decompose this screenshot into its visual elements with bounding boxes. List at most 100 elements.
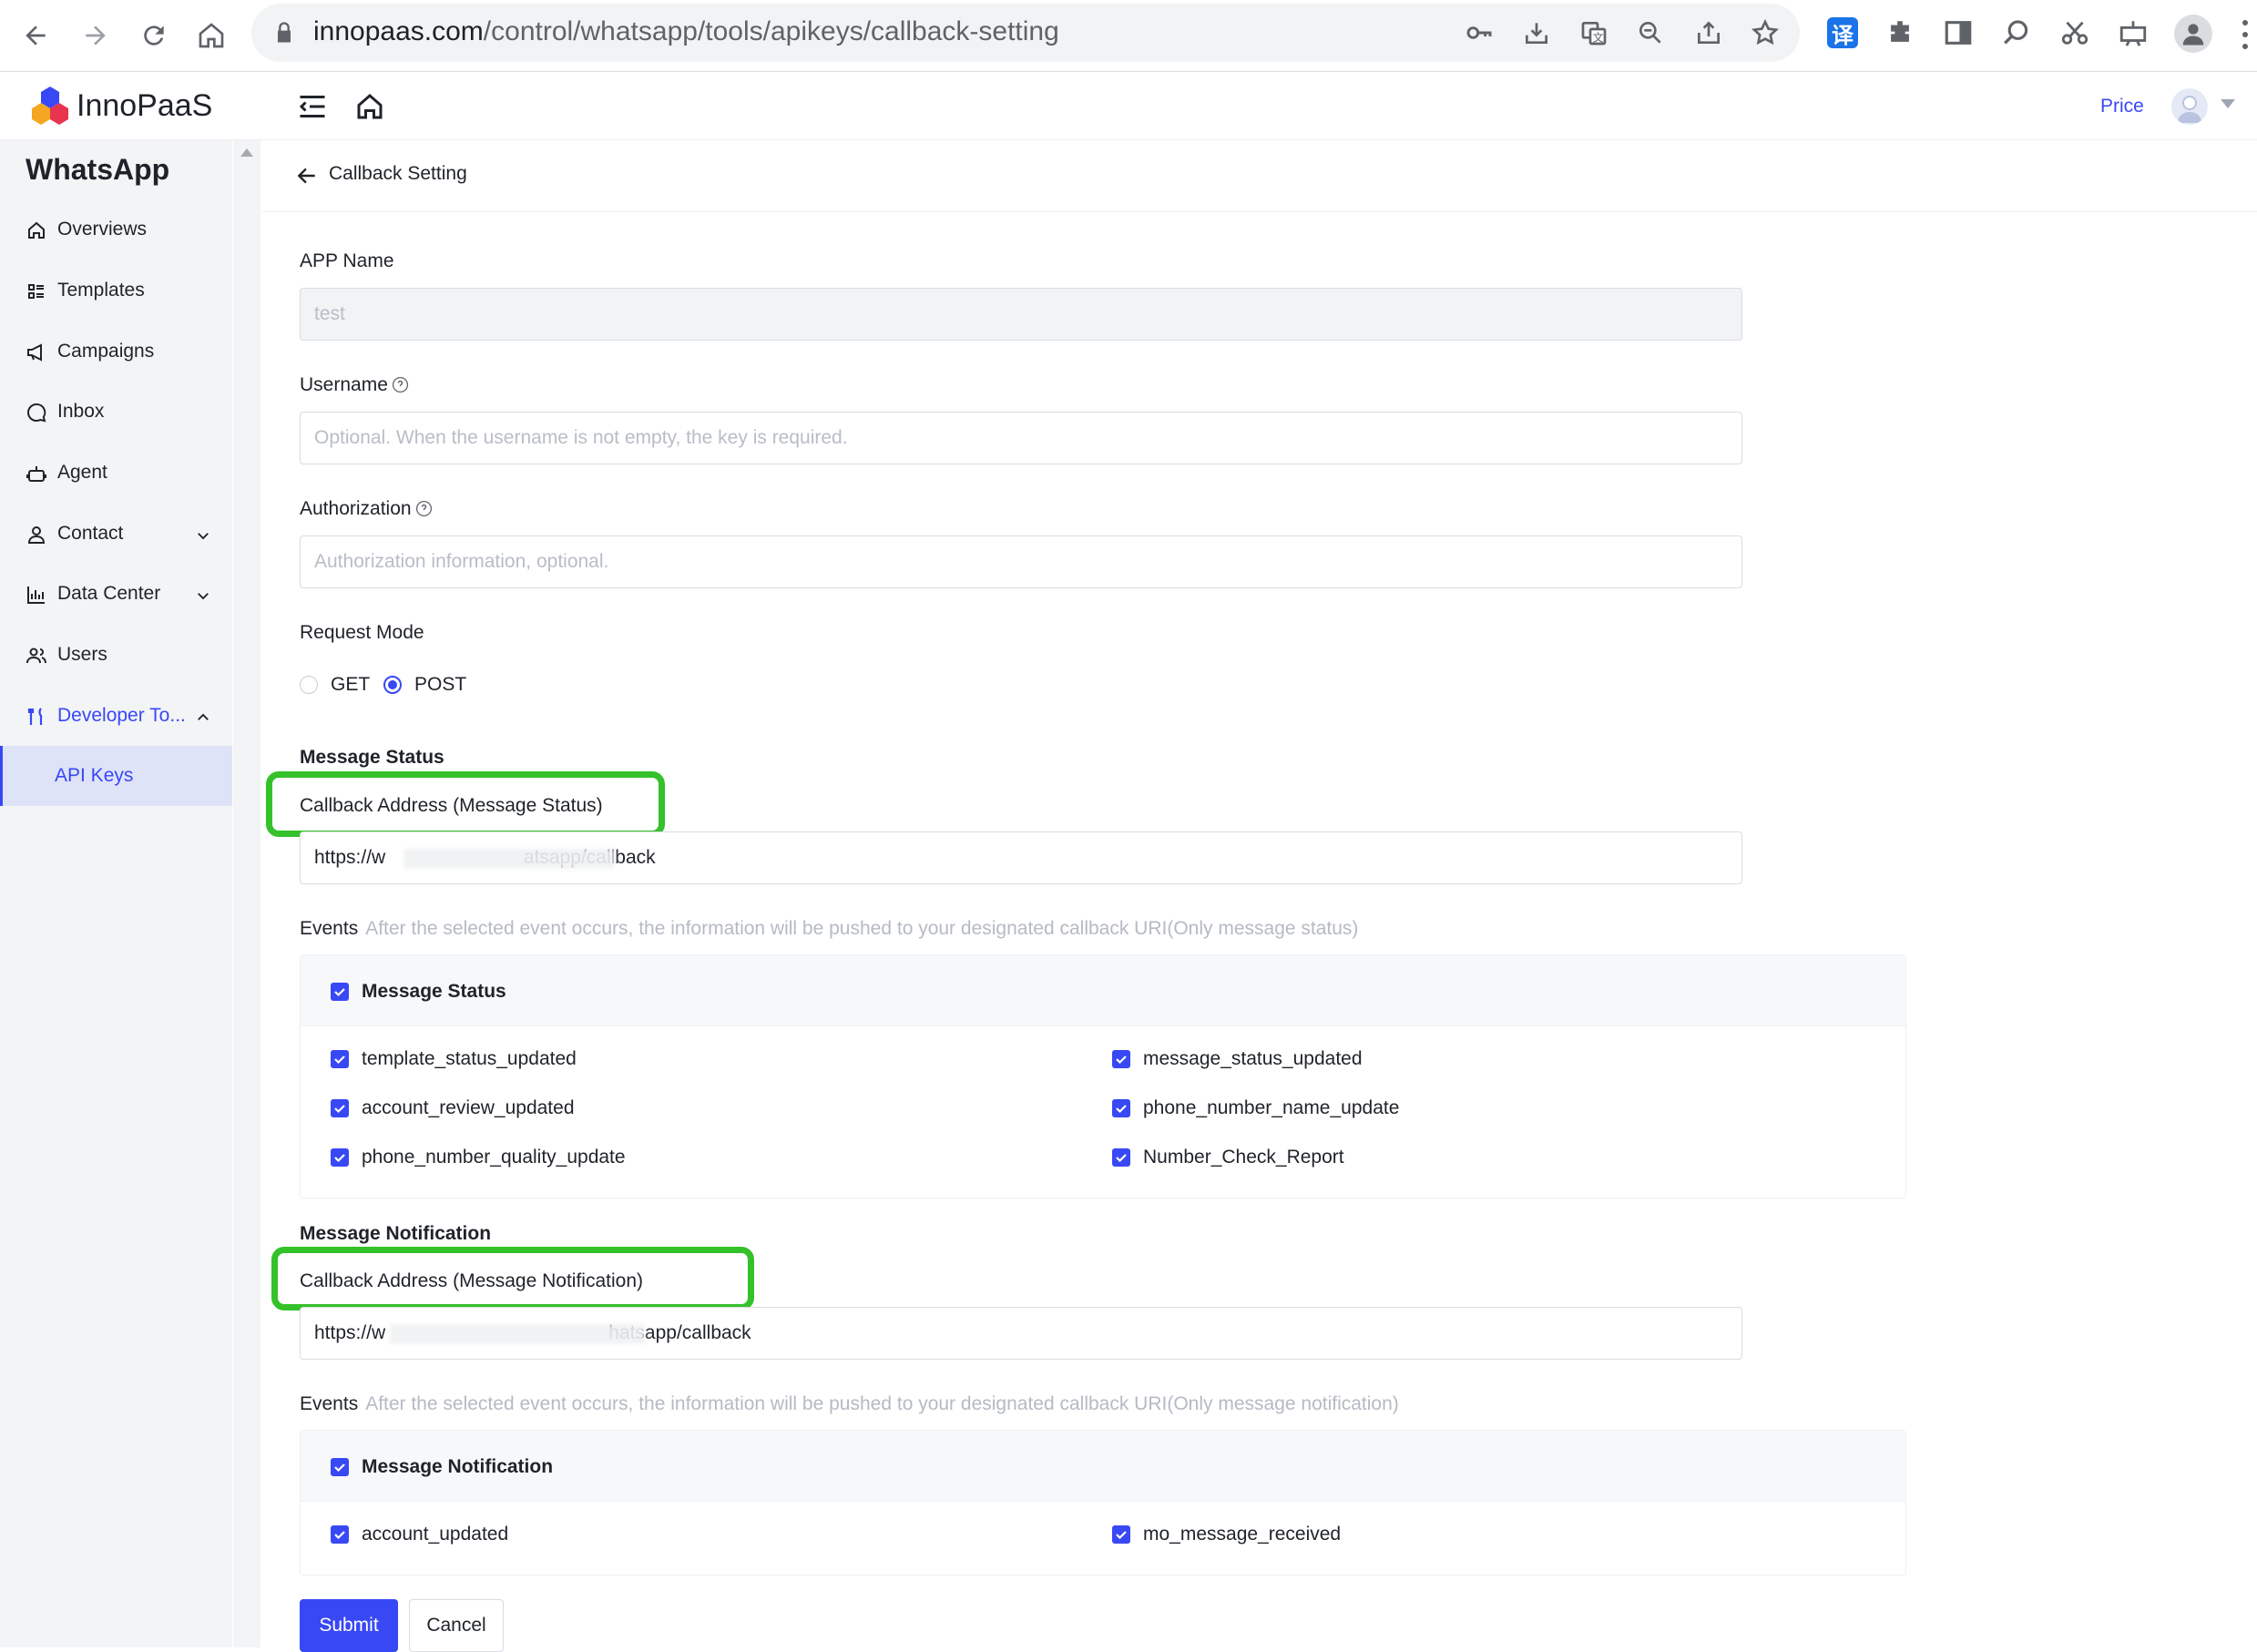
reload-button[interactable] [131, 13, 177, 58]
radio-post[interactable]: POST [383, 674, 466, 696]
sidebar-item-templates[interactable]: Templates [0, 266, 232, 317]
user-avatar[interactable] [2171, 88, 2208, 125]
person-icon [2178, 96, 2201, 123]
url-text: innopaas.com/control/whatsapp/tools/apik… [313, 16, 1059, 46]
sidebar-item-label: Contact [57, 523, 124, 544]
checkmark-icon [1116, 1531, 1127, 1540]
whiteboard-icon[interactable] [2115, 15, 2151, 51]
checkbox-mo-message-received[interactable]: mo_message_received [1112, 1524, 1341, 1545]
install-app-icon[interactable] [1520, 16, 1553, 49]
help-circle-icon[interactable] [415, 500, 433, 517]
sidebar-item-users[interactable]: Users [0, 630, 232, 681]
checkbox-label: phone_number_name_update [1143, 1097, 1400, 1118]
profile-avatar[interactable] [2174, 15, 2212, 53]
checkbox-label: account_review_updated [362, 1097, 575, 1118]
sidebar-item-label: Agent [57, 462, 107, 483]
user-icon [27, 526, 46, 544]
search-lens-icon[interactable] [1998, 15, 2035, 51]
sidebar-item-api-keys[interactable]: API Keys [0, 746, 232, 806]
checkmark-icon [334, 1154, 345, 1163]
back-arrow-icon[interactable] [295, 164, 319, 188]
home-icon [28, 221, 45, 239]
radio-label: POST [414, 674, 467, 695]
back-button[interactable] [13, 13, 58, 58]
submit-button[interactable]: Submit [300, 1599, 398, 1652]
sidebar-item-data-center[interactable]: Data Center [0, 569, 232, 620]
sidebar-item-label: Users [57, 644, 107, 665]
checkbox-account-review-updated[interactable]: account_review_updated [331, 1097, 575, 1119]
scissors-icon[interactable] [2057, 15, 2093, 51]
sidebar-title: WhatsApp [26, 153, 170, 186]
sidebar-item-contact[interactable]: Contact [0, 509, 232, 560]
authorization-label: Authorization [300, 498, 433, 520]
side-panel-icon[interactable] [1940, 15, 1976, 51]
zoom-icon[interactable] [1634, 16, 1667, 49]
checkbox-phone-number-quality-update[interactable]: phone_number_quality_update [331, 1147, 626, 1168]
radio-label: GET [331, 674, 371, 695]
username-input[interactable] [300, 412, 1742, 464]
checkbox-message-notification-all[interactable]: Message Notification [331, 1456, 553, 1478]
checkbox-account-updated[interactable]: account_updated [331, 1524, 508, 1545]
kebab-menu-icon[interactable] [2241, 18, 2250, 51]
sidebar-item-overviews[interactable]: Overviews [0, 205, 232, 256]
checkbox-box [1112, 1525, 1130, 1544]
checkbox-number-check-report[interactable]: Number_Check_Report [1112, 1147, 1344, 1168]
chevron-down-icon[interactable] [2221, 99, 2235, 108]
share-icon[interactable] [1692, 16, 1725, 49]
users-icon [26, 648, 46, 664]
sidebar-item-agent[interactable]: Agent [0, 448, 232, 499]
sidebar-item-inbox[interactable]: Inbox [0, 387, 232, 438]
chat-icon [27, 403, 46, 423]
checkbox-box [331, 1148, 349, 1167]
logo-text: InnoPaaS [77, 88, 213, 123]
person-icon [2182, 24, 2204, 46]
sidebar-scrollbar[interactable] [233, 140, 260, 1647]
status-events-line: Events After the selected event occurs, t… [300, 918, 1358, 940]
address-bar[interactable]: innopaas.com/control/whatsapp/tools/apik… [251, 4, 1800, 62]
checkbox-message-status-all[interactable]: Message Status [331, 981, 506, 1003]
callback-status-label: Callback Address (Message Status) [300, 795, 603, 816]
checkbox-box [1112, 1050, 1130, 1068]
status-events-panel-header: Message Status [301, 955, 1905, 1026]
checkbox-box [331, 1099, 349, 1117]
radio-get[interactable]: GET [300, 674, 370, 696]
browser-toolbar: innopaas.com/control/whatsapp/tools/apik… [0, 0, 2257, 72]
chevron-up-icon [198, 713, 209, 720]
sidebar-item-label: Campaigns [57, 341, 155, 362]
scroll-up-arrow-icon[interactable] [240, 148, 253, 157]
checkbox-phone-number-name-update[interactable]: phone_number_name_update [1112, 1097, 1399, 1119]
password-key-icon[interactable] [1463, 16, 1496, 49]
redaction-blur [390, 1324, 645, 1344]
sidebar-item-developer-tools[interactable]: Developer To... [0, 691, 232, 742]
help-circle-icon[interactable] [392, 376, 409, 393]
radio-circle [383, 676, 402, 694]
translate-extension-icon[interactable]: 译 [1824, 15, 1861, 51]
checkmark-icon [334, 988, 345, 997]
checkbox-template-status-updated[interactable]: template_status_updated [331, 1048, 577, 1070]
checkbox-label: mo_message_received [1143, 1524, 1342, 1545]
callback-notification-label: Callback Address (Message Notification) [300, 1270, 643, 1291]
checkmark-icon [1116, 1105, 1127, 1114]
authorization-input[interactable] [300, 535, 1742, 588]
checkmark-icon [334, 1055, 345, 1065]
home-button[interactable] [189, 13, 234, 58]
home-icon[interactable] [353, 90, 386, 123]
cancel-button[interactable]: Cancel [409, 1599, 504, 1652]
events-label: Events [300, 1393, 359, 1414]
bookmark-star-icon[interactable] [1749, 16, 1782, 49]
checkbox-message-status-updated[interactable]: message_status_updated [1112, 1048, 1363, 1070]
sidebar-item-campaigns[interactable]: Campaigns [0, 327, 232, 378]
extensions-puzzle-icon[interactable] [1882, 15, 1918, 51]
sidebar-item-label: Inbox [57, 401, 105, 422]
collapse-menu-icon[interactable] [296, 90, 329, 123]
checkbox-box [331, 1458, 349, 1476]
page-header: Callback Setting [262, 140, 2257, 212]
translate-page-icon[interactable]: 文 [1578, 16, 1610, 49]
authorization-label-text: Authorization [300, 498, 412, 519]
forward-button[interactable] [73, 13, 118, 58]
checkmark-icon [1116, 1055, 1127, 1065]
message-notification-heading: Message Notification [300, 1223, 492, 1244]
checkbox-label: template_status_updated [362, 1048, 577, 1069]
price-link[interactable]: Price [2100, 96, 2144, 117]
chevron-down-icon [198, 593, 209, 600]
